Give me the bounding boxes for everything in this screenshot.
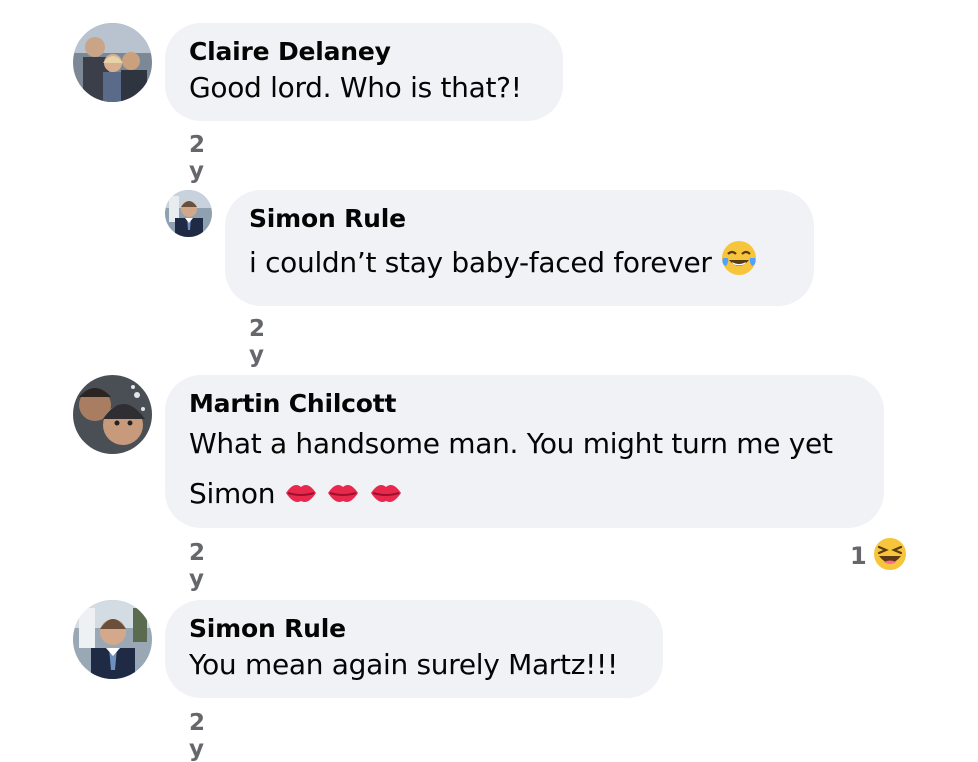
comment-bubble: Simon Rule i couldn’t stay baby-faced fo… <box>225 190 814 306</box>
reaction-summary[interactable]: 1 <box>850 535 909 577</box>
comment-bubble: Simon Rule You mean again surely Martz!!… <box>165 600 663 698</box>
comment-text-row: Simon <box>189 468 884 525</box>
comment-text-line: What a handsome man. You might turn me y… <box>189 427 833 460</box>
kiss-mark-icon <box>369 473 403 525</box>
comment-author[interactable]: Simon Rule <box>249 204 814 233</box>
comment-timestamp[interactable]: 2 y <box>189 540 206 592</box>
face-with-tears-of-joy-icon <box>720 238 758 298</box>
comment-author[interactable]: Martin Chilcott <box>189 389 884 418</box>
comment-text: i couldn’t stay baby-faced forever <box>249 246 712 279</box>
comment-timestamp[interactable]: 2 y <box>249 316 266 368</box>
avatar-martin-chilcott[interactable] <box>73 375 152 454</box>
comment-author[interactable]: Simon Rule <box>189 614 663 643</box>
laughing-face-icon <box>871 535 909 577</box>
comment-text: You mean again surely Martz!!! <box>189 648 618 681</box>
comment-text-line: Simon <box>189 477 276 510</box>
comment-text: Good lord. Who is that?! <box>189 71 522 104</box>
kiss-mark-icon <box>284 473 318 525</box>
comment-text-row: i couldn’t stay baby-faced forever <box>249 233 814 298</box>
kiss-mark-icon <box>326 473 360 525</box>
comment-bubble: Martin Chilcott What a handsome man. You… <box>165 375 884 528</box>
avatar-simon-rule[interactable] <box>73 600 152 679</box>
reaction-count: 1 <box>850 542 867 570</box>
comment-bubble: Claire Delaney Good lord. Who is that?! <box>165 23 563 121</box>
comment-timestamp[interactable]: 2 y <box>189 132 206 184</box>
avatar-claire-delaney[interactable] <box>73 23 152 102</box>
avatar-simon-rule[interactable] <box>165 190 212 237</box>
comment-author[interactable]: Claire Delaney <box>189 37 563 66</box>
comment-timestamp[interactable]: 2 y <box>189 710 206 762</box>
